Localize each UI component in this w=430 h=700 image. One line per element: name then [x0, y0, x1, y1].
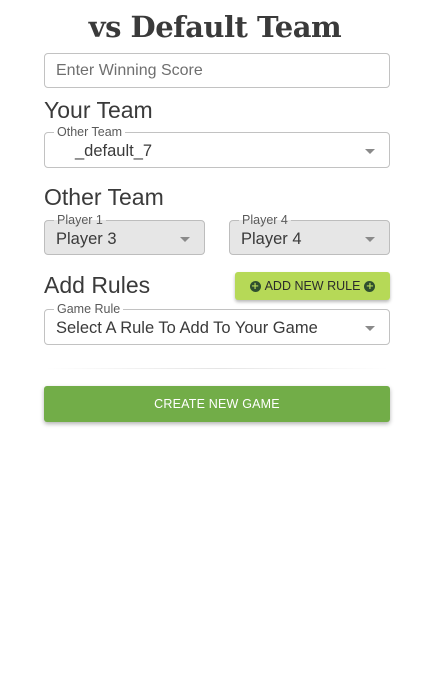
your-team-select-label: Other Team: [54, 125, 126, 139]
player-four-select-value: Player 4: [241, 230, 302, 248]
caret-down-icon: [365, 237, 375, 242]
game-rule-select[interactable]: Game Rule Select A Rule To Add To Your G…: [44, 302, 390, 345]
add-new-rule-label: ADD NEW RULE: [264, 279, 361, 293]
winning-score-input[interactable]: [44, 53, 390, 88]
create-new-game-label: CREATE NEW GAME: [154, 397, 280, 411]
game-rule-select-label: Game Rule: [54, 302, 124, 316]
section-divider: [44, 368, 390, 369]
player-one-select-label: Player 1: [54, 213, 106, 227]
create-new-game-button[interactable]: CREATE NEW GAME: [44, 386, 390, 422]
player-four-select-label: Player 4: [239, 213, 291, 227]
caret-down-icon: [365, 326, 375, 331]
plus-circle-icon: +: [249, 280, 261, 292]
plus-circle-icon: +: [364, 280, 376, 292]
game-rule-select-value: Select A Rule To Add To Your Game: [56, 319, 318, 337]
page-title: vs Default Team: [88, 10, 342, 44]
other-team-heading: Other Team: [44, 184, 164, 210]
caret-down-icon: [180, 237, 190, 242]
your-team-select[interactable]: Other Team _default_7: [44, 125, 390, 168]
player-one-select[interactable]: Player 1 Player 3: [44, 213, 205, 255]
your-team-select-value: _default_7: [75, 142, 153, 160]
player-four-select[interactable]: Player 4 Player 4: [229, 213, 390, 255]
add-new-rule-button[interactable]: + ADD NEW RULE +: [235, 272, 390, 300]
player-one-select-value: Player 3: [56, 230, 117, 248]
your-team-heading: Your Team: [44, 97, 153, 123]
add-rules-heading: Add Rules: [44, 272, 151, 298]
caret-down-icon: [365, 149, 375, 154]
